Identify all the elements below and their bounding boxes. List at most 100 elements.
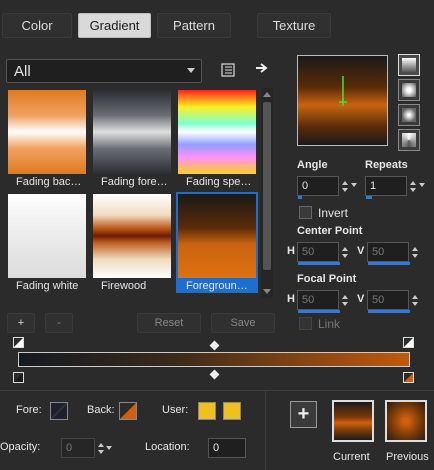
repeats-input[interactable]: 1 bbox=[365, 176, 407, 196]
add-stop-button[interactable]: + bbox=[7, 313, 35, 333]
tab-pattern-label: Pattern bbox=[173, 18, 215, 33]
previous-gradient-swatch[interactable] bbox=[385, 400, 427, 442]
center-point-label: Center Point bbox=[297, 225, 363, 237]
fore-color-swatch[interactable] bbox=[50, 402, 68, 420]
increment-icon[interactable] bbox=[410, 180, 416, 185]
user-color-swatch-1[interactable] bbox=[198, 402, 216, 420]
category-dropdown-value: All bbox=[14, 62, 31, 80]
angle-label: Angle bbox=[297, 159, 328, 171]
add-stop-label: + bbox=[17, 317, 25, 329]
sunburst-icon bbox=[402, 108, 416, 122]
increment-icon[interactable] bbox=[342, 246, 348, 251]
current-gradient-swatch[interactable] bbox=[332, 400, 374, 442]
repeats-dropdown-icon[interactable] bbox=[419, 183, 425, 187]
gallery-item[interactable]: Firewood bbox=[91, 192, 173, 293]
increment-icon[interactable] bbox=[412, 246, 418, 251]
gallery-item-label: Firewood bbox=[101, 280, 147, 292]
angle-slider-fill[interactable] bbox=[298, 196, 302, 199]
decrement-icon[interactable] bbox=[342, 253, 348, 258]
gallery-item[interactable]: Fading white bbox=[6, 192, 88, 293]
scrollbar-thumb[interactable] bbox=[263, 102, 271, 270]
gallery-item[interactable]: Fading spe… bbox=[176, 88, 258, 189]
tab-bar: Color Gradient Pattern Texture bbox=[0, 0, 434, 46]
opacity-stepper[interactable] bbox=[96, 438, 106, 458]
decrement-icon[interactable] bbox=[342, 301, 348, 306]
focal-h-input[interactable]: 50 bbox=[297, 290, 339, 310]
focal-h-stepper[interactable] bbox=[340, 290, 350, 310]
opacity-midpoint-marker[interactable] bbox=[209, 340, 220, 351]
add-to-swatches-button[interactable]: + bbox=[290, 401, 317, 428]
focal-v-input[interactable]: 50 bbox=[367, 290, 409, 310]
focal-v-stepper[interactable] bbox=[410, 290, 420, 310]
opacity-stop-right[interactable] bbox=[403, 337, 414, 348]
reset-button[interactable]: Reset bbox=[137, 313, 201, 333]
gallery-item-label: Fading spe… bbox=[186, 176, 252, 188]
arrow-right-icon[interactable] bbox=[251, 57, 273, 79]
gallery-item[interactable]: Fading fore… bbox=[91, 88, 173, 189]
invert-checkbox[interactable] bbox=[299, 206, 312, 219]
decrement-icon[interactable] bbox=[412, 253, 418, 258]
invert-label: Invert bbox=[318, 206, 349, 220]
repeats-slider-fill[interactable] bbox=[366, 196, 372, 199]
gradient-preview[interactable] bbox=[297, 55, 388, 146]
repeats-stepper[interactable] bbox=[408, 176, 418, 196]
gradient-gallery: Fading bac… Fading fore… Fading spe… Fad… bbox=[6, 88, 261, 298]
gradient-swatch bbox=[176, 192, 258, 280]
center-h-input[interactable]: 50 bbox=[297, 242, 339, 262]
decrement-icon[interactable] bbox=[342, 187, 348, 192]
center-h-slider-fill[interactable] bbox=[298, 262, 340, 265]
increment-icon[interactable] bbox=[342, 180, 348, 185]
user-color-swatch-2[interactable] bbox=[223, 402, 241, 420]
decrement-icon[interactable] bbox=[98, 449, 104, 454]
focal-h-slider-fill[interactable] bbox=[298, 310, 340, 313]
scroll-up-icon[interactable] bbox=[263, 92, 271, 97]
gradient-direction-handle[interactable] bbox=[298, 56, 389, 147]
increment-icon[interactable] bbox=[342, 294, 348, 299]
rectangular-style-button[interactable] bbox=[398, 79, 420, 101]
gallery-item[interactable]: Fading bac… bbox=[6, 88, 88, 189]
location-input[interactable]: 0 bbox=[208, 438, 246, 458]
center-v-stepper[interactable] bbox=[410, 242, 420, 262]
decrement-icon[interactable] bbox=[412, 301, 418, 306]
angle-dropdown-icon[interactable] bbox=[351, 183, 357, 187]
resource-manager-icon[interactable] bbox=[217, 59, 239, 81]
radial-style-button[interactable] bbox=[398, 129, 420, 151]
gradient-swatch bbox=[93, 90, 171, 174]
opacity-dropdown-icon[interactable] bbox=[106, 446, 112, 450]
gallery-scrollbar[interactable] bbox=[261, 88, 273, 298]
angle-stepper[interactable] bbox=[340, 176, 350, 196]
center-v-slider-fill[interactable] bbox=[368, 262, 410, 265]
category-dropdown[interactable]: All bbox=[6, 59, 202, 83]
color-stop-right[interactable] bbox=[403, 372, 414, 383]
gradient-editor-bar[interactable] bbox=[18, 352, 410, 367]
scroll-down-icon[interactable] bbox=[263, 289, 271, 294]
reset-label: Reset bbox=[154, 317, 184, 329]
chevron-down-icon bbox=[187, 68, 195, 73]
angle-input[interactable]: 0 bbox=[297, 176, 339, 196]
opacity-stop-left[interactable] bbox=[13, 337, 24, 348]
decrement-icon[interactable] bbox=[410, 187, 416, 192]
tab-texture[interactable]: Texture bbox=[257, 13, 331, 38]
remove-stop-button[interactable]: - bbox=[45, 313, 73, 333]
user-label: User: bbox=[162, 404, 189, 416]
gradient-swatch bbox=[8, 90, 86, 174]
color-midpoint-marker[interactable] bbox=[209, 369, 220, 380]
focal-v-slider-fill[interactable] bbox=[368, 310, 410, 313]
link-checkbox[interactable] bbox=[299, 317, 312, 330]
sunburst-style-button[interactable] bbox=[398, 104, 420, 126]
tab-gradient[interactable]: Gradient bbox=[78, 13, 151, 38]
increment-icon[interactable] bbox=[98, 442, 104, 447]
back-color-swatch[interactable] bbox=[119, 402, 137, 420]
gallery-item-selected[interactable]: Foregroun… bbox=[176, 192, 258, 293]
tab-color[interactable]: Color bbox=[2, 13, 72, 38]
save-button[interactable]: Save bbox=[211, 313, 275, 333]
tab-pattern[interactable]: Pattern bbox=[157, 13, 231, 38]
center-h-stepper[interactable] bbox=[340, 242, 350, 262]
opacity-input[interactable]: 0 bbox=[61, 438, 95, 458]
rectangular-icon bbox=[402, 83, 416, 97]
repeats-label: Repeats bbox=[365, 159, 408, 171]
increment-icon[interactable] bbox=[412, 294, 418, 299]
linear-style-button[interactable] bbox=[398, 54, 420, 76]
color-stop-left[interactable] bbox=[13, 372, 24, 383]
center-v-input[interactable]: 50 bbox=[367, 242, 409, 262]
